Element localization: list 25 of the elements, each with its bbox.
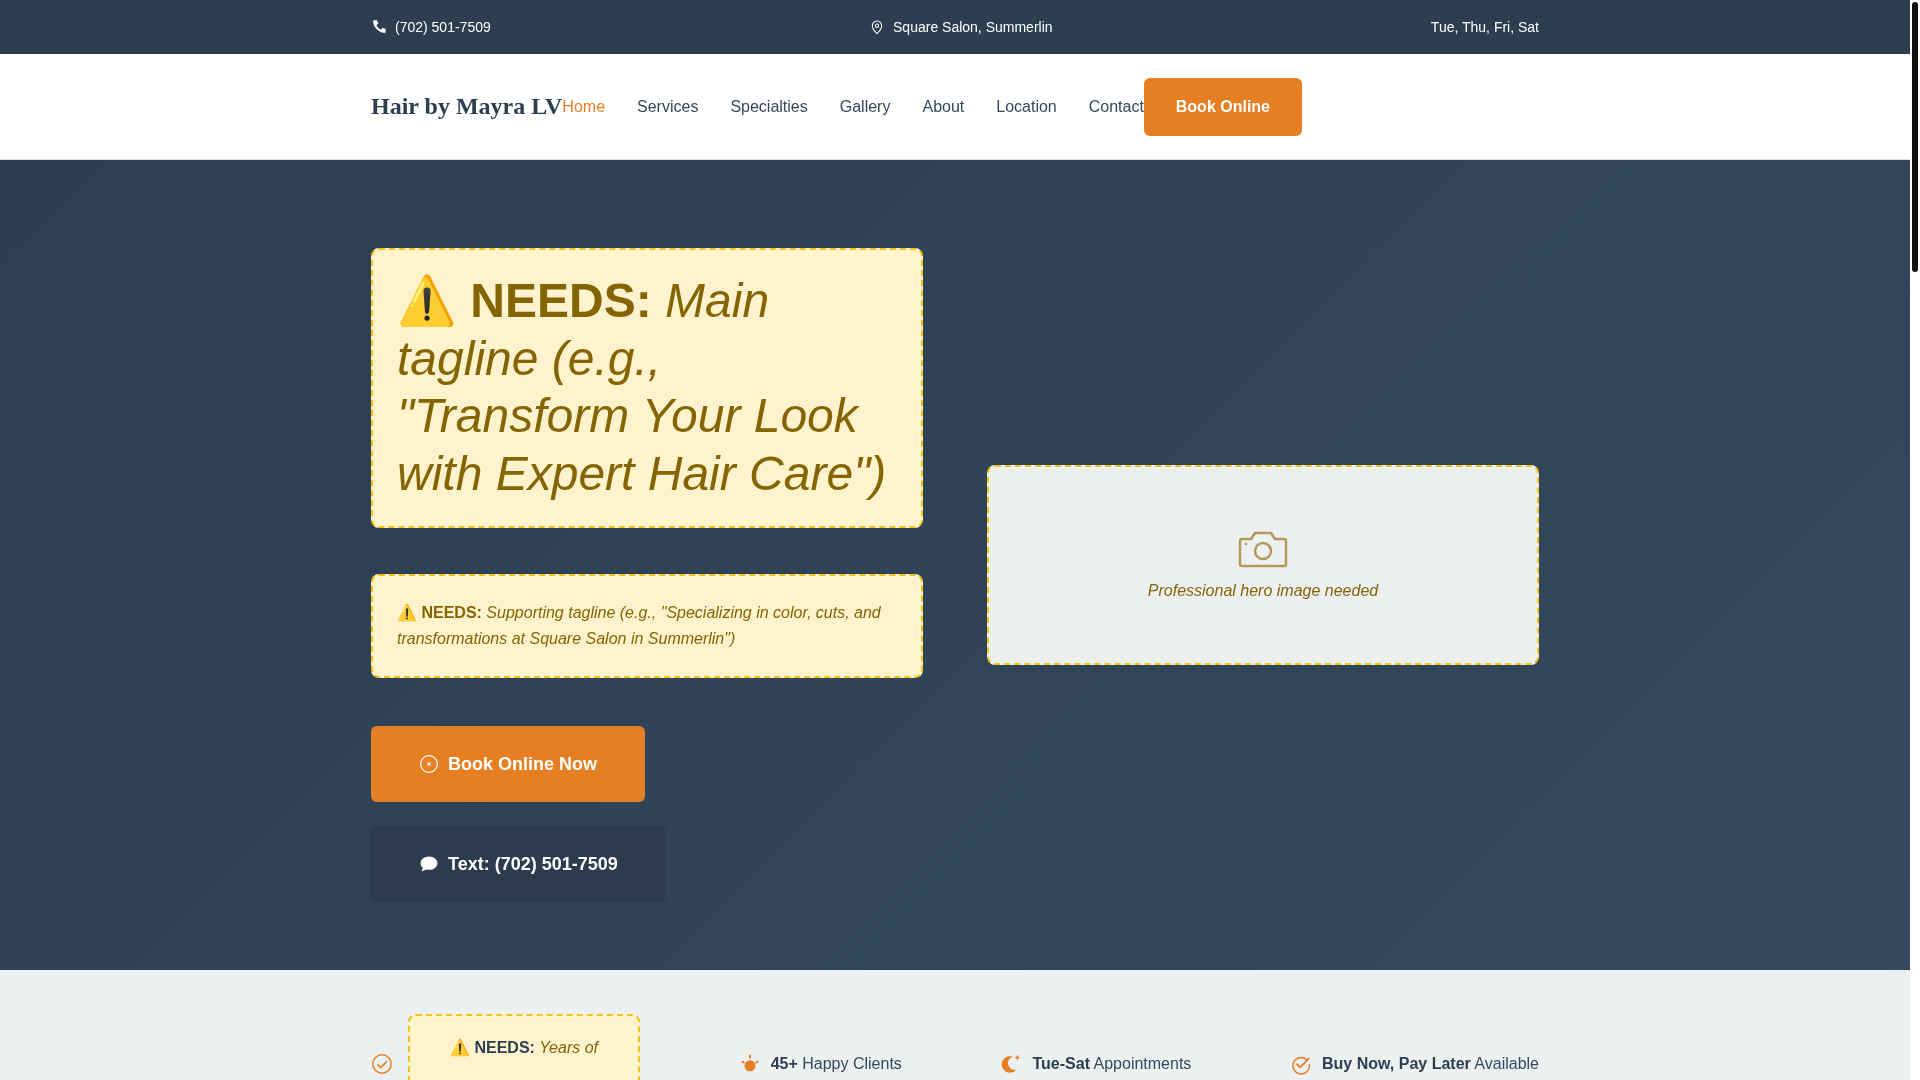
scrollbar-thumb[interactable] (1912, 2, 1918, 272)
logo[interactable]: Hair by Mayra LV (371, 93, 563, 120)
chat-bubble-icon (419, 854, 439, 875)
hours-text: Tue, Thu, Fri, Sat (1430, 19, 1539, 35)
stat-text: 45+ Happy Clients (770, 1055, 902, 1073)
location-text: Square Salon, Summerlin (893, 19, 1053, 35)
circle-x-icon (419, 754, 439, 775)
subtagline-text: ⚠ NEEDS: Supporting tagline (e.g., "Specializing in color, cuts, and transformations at Square Salon in Summerlin") (397, 604, 881, 648)
phone-icon (371, 19, 387, 35)
nav-link[interactable]: Contact (1088, 97, 1144, 116)
stat-text: Tue-Sat Appointments (1032, 1055, 1192, 1073)
nav-link[interactable]: Specialties (730, 97, 808, 116)
years-text: ⚠ NEEDS: Years of (449, 1039, 599, 1056)
nav-link[interactable]: Gallery (839, 97, 891, 116)
check-circle-icon (371, 1053, 393, 1075)
nav-link[interactable]: Services (637, 97, 699, 116)
camera-icon (1238, 530, 1288, 569)
nav-link[interactable]: Location (996, 97, 1057, 116)
nav-link[interactable]: About (922, 97, 965, 116)
stat-text: Buy Now, Pay Later Available (1322, 1055, 1539, 1073)
text-button[interactable]: Text: (702) 501-7509 (371, 826, 666, 903)
tagline-text: ⚠ NEEDS: Main tagline (e.g., "Transform Your Look with Expert Hair Care") (397, 274, 887, 500)
placeholder-caption: Professional hero image needed (1147, 582, 1379, 601)
phone-number: (702) 501-7509 (395, 19, 491, 35)
moon-stars-icon (1000, 1053, 1023, 1075)
